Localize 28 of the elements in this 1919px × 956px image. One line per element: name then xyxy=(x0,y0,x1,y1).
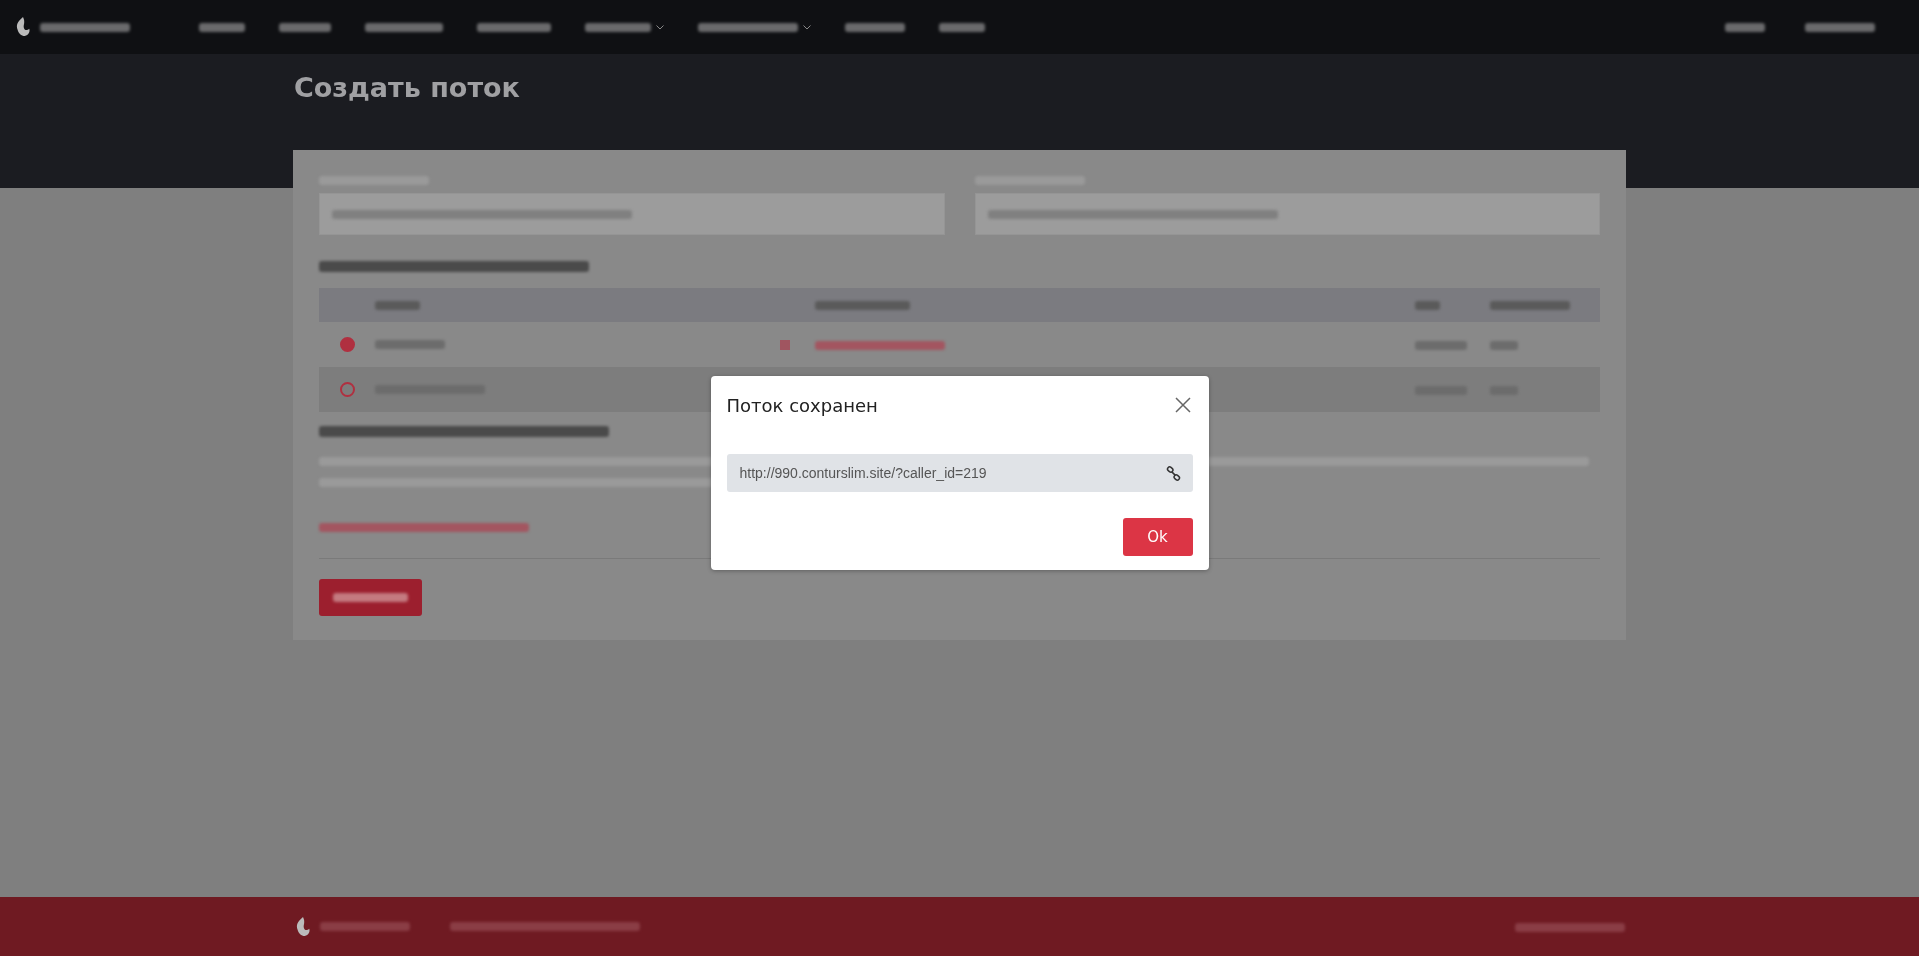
blurred-text-drawing xyxy=(375,300,420,310)
radio-button[interactable] xyxy=(339,382,355,397)
link-field[interactable]: http://990.conturslim.site/?caller_id=219 xyxy=(726,454,1193,492)
page-title: Создать поток xyxy=(294,72,521,103)
logo-icon xyxy=(294,915,312,938)
blurred-text-drawing xyxy=(1490,341,1518,350)
blurred-text-drawing xyxy=(199,22,245,32)
save-button[interactable] xyxy=(319,579,422,616)
stream-name-field[interactable] xyxy=(319,193,945,235)
logo-icon xyxy=(14,16,32,38)
preview-icon[interactable] xyxy=(780,339,790,350)
blurred-text-drawing xyxy=(845,22,905,32)
caret-icon xyxy=(803,24,811,30)
blurred-text-drawing xyxy=(1805,22,1875,32)
blurred-text-drawing xyxy=(279,22,331,32)
modal-title: Поток сохранен xyxy=(726,394,878,416)
blurred-text-drawing xyxy=(939,22,985,32)
blurred-text-drawing xyxy=(1415,341,1467,350)
offer-name-field[interactable] xyxy=(974,193,1600,235)
radio-button[interactable] xyxy=(339,337,355,352)
close-icon[interactable] xyxy=(1172,395,1193,415)
blurred-text-drawing xyxy=(585,22,651,32)
blurred-text-drawing xyxy=(1415,300,1440,310)
caret-icon xyxy=(656,24,664,30)
ok-button[interactable]: Ok xyxy=(1122,518,1193,556)
link-icon[interactable] xyxy=(1165,465,1181,481)
blurred-text-drawing xyxy=(1725,22,1765,32)
blurred-text-drawing xyxy=(375,340,445,349)
